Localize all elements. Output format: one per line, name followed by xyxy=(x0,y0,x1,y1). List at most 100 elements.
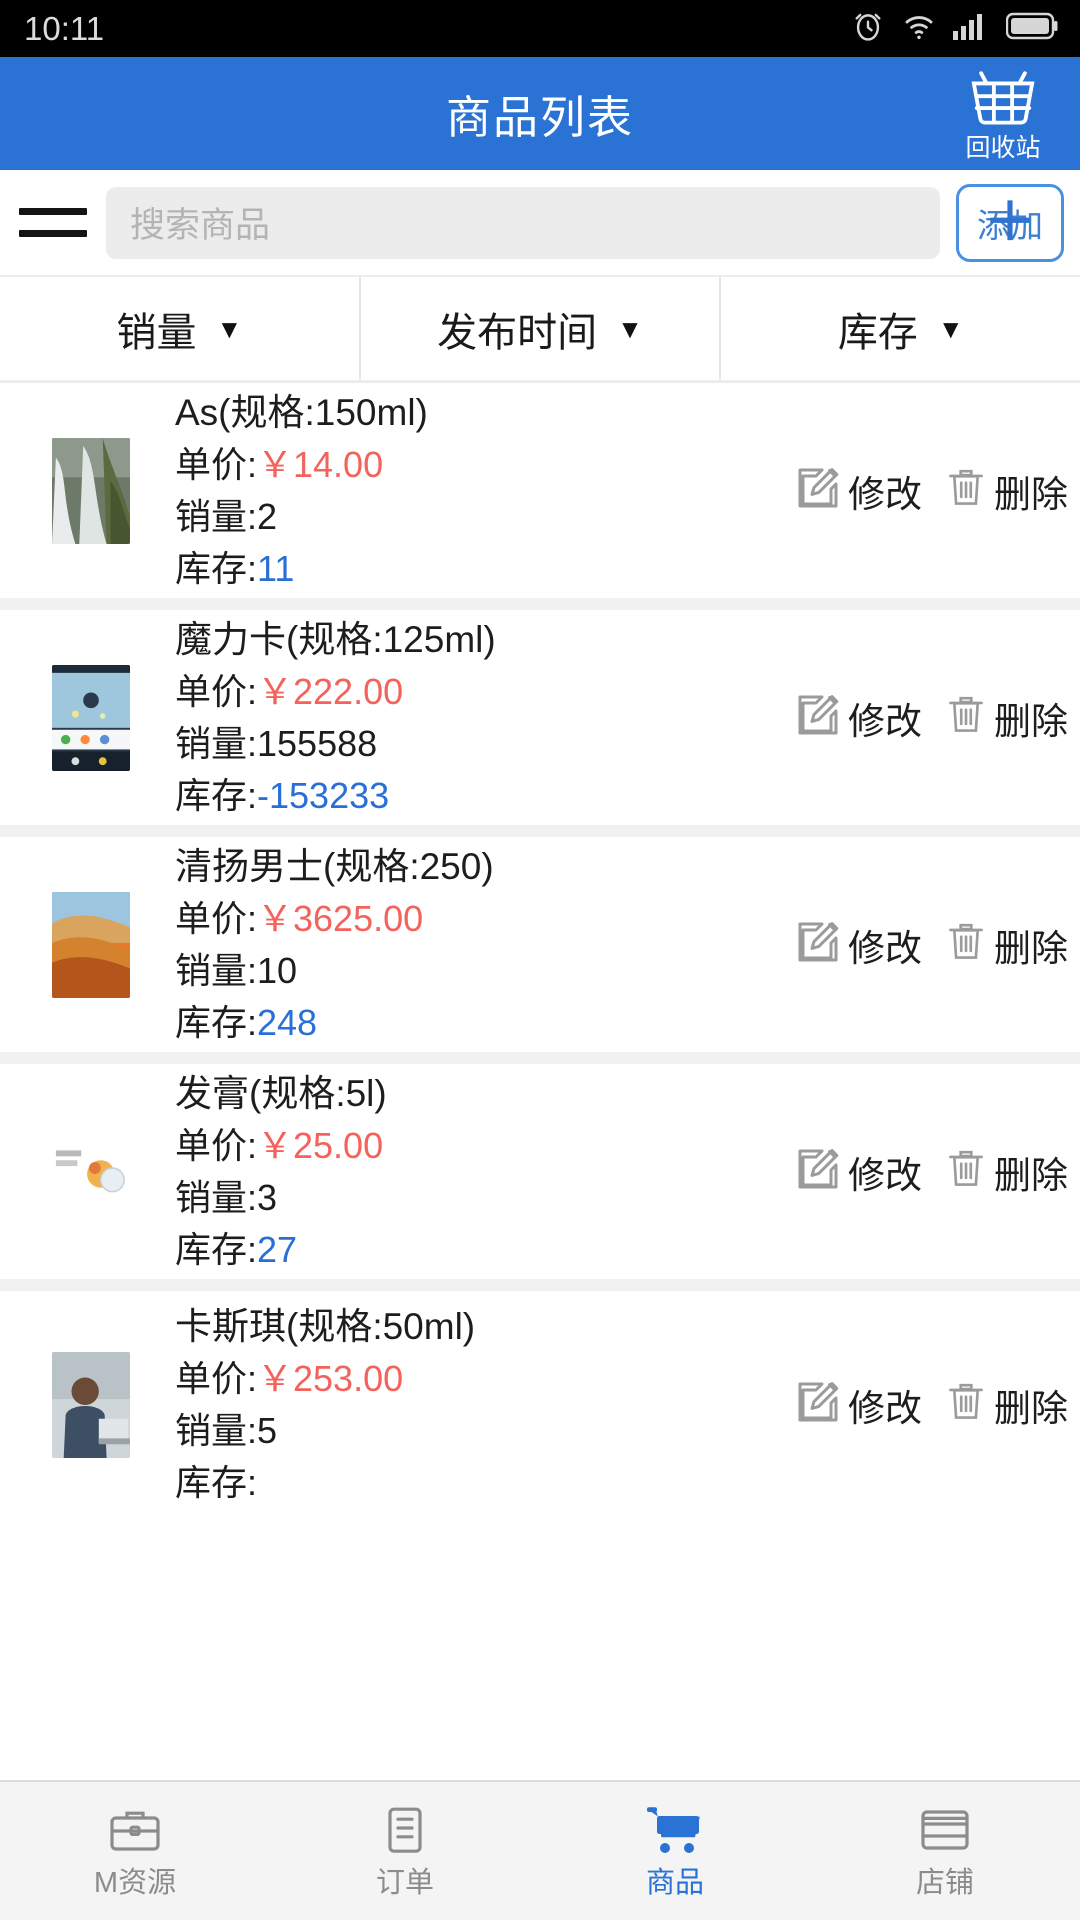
sales-label: 销量: xyxy=(175,1177,258,1219)
stock-label: 库存: xyxy=(175,775,258,817)
product-price-line: 单价:￥25.00 xyxy=(175,1123,794,1169)
product-name: 魔力卡(规格:125ml) xyxy=(175,618,496,660)
delete-label: 删除 xyxy=(994,927,1068,969)
edit-button[interactable]: 修改 xyxy=(794,464,922,518)
product-sales-line: 销量:2 xyxy=(175,494,794,540)
nav-item-label: 店铺 xyxy=(915,1867,974,1899)
table-row[interactable]: 卡斯琪(规格:50ml) 单价:￥253.00 销量:5 库存: 修改 删除 xyxy=(0,1291,1080,1518)
product-thumbnail[interactable] xyxy=(52,664,130,771)
table-row[interactable]: 发膏(规格:5l) 单价:￥25.00 销量:3 库存:27 修改 删除 xyxy=(0,1064,1080,1291)
product-stock: -153233 xyxy=(257,775,390,817)
nav-item-shop[interactable]: 店铺 xyxy=(810,1782,1080,1920)
product-name: As(规格:150ml) xyxy=(175,391,428,433)
edit-label: 修改 xyxy=(848,473,922,515)
delete-button[interactable]: 删除 xyxy=(944,464,1068,518)
sales-label: 销量: xyxy=(175,496,258,538)
edit-button[interactable]: 修改 xyxy=(794,1378,922,1432)
product-price-line: 单价:￥253.00 xyxy=(175,1356,794,1402)
alarm-icon xyxy=(851,9,885,48)
sort-tab-stock[interactable]: 库存 ▼ xyxy=(719,277,1080,380)
nav-item-label: M资源 xyxy=(93,1867,177,1899)
search-input[interactable]: 搜索商品 xyxy=(106,186,940,259)
nav-item-label: 商品 xyxy=(645,1867,704,1899)
edit-label: 修改 xyxy=(848,700,922,742)
clipboard-icon xyxy=(377,1804,433,1861)
delete-button[interactable]: 删除 xyxy=(944,1145,1068,1199)
recycle-basket-icon xyxy=(966,67,1040,134)
chevron-down-icon: ▼ xyxy=(617,313,643,344)
stock-label: 库存: xyxy=(175,1229,258,1271)
hamburger-menu-icon[interactable] xyxy=(14,208,92,237)
edit-label: 修改 xyxy=(848,1387,922,1429)
product-price: ￥14.00 xyxy=(257,444,384,486)
page-title: 商品列表 xyxy=(445,92,634,143)
table-row[interactable]: 清扬男士(规格:250) 单价:￥3625.00 销量:10 库存:248 修改 xyxy=(0,837,1080,1064)
stock-label: 库存: xyxy=(175,548,258,590)
stock-label: 库存: xyxy=(175,1002,258,1044)
product-sales-line: 销量:3 xyxy=(175,1175,794,1221)
sales-label: 销量: xyxy=(175,723,258,765)
delete-label: 删除 xyxy=(994,1154,1068,1196)
nav-item-products[interactable]: 商品 xyxy=(540,1782,810,1920)
product-price: ￥253.00 xyxy=(257,1358,404,1400)
sales-label: 销量: xyxy=(175,950,258,992)
delete-label: 删除 xyxy=(994,1387,1068,1429)
product-stock-line: 库存:11 xyxy=(175,546,794,592)
sort-tab-label: 发布时间 xyxy=(437,310,598,355)
product-price: ￥3625.00 xyxy=(257,898,424,940)
status-time: 10:11 xyxy=(24,9,105,47)
edit-button[interactable]: 修改 xyxy=(794,918,922,972)
row-actions: 修改 删除 xyxy=(794,918,1070,972)
row-actions: 修改 删除 xyxy=(794,1378,1070,1432)
pencil-square-icon xyxy=(794,1145,842,1198)
table-row[interactable]: 魔力卡(规格:125ml) 单价:￥222.00 销量:155588 库存:-1… xyxy=(0,610,1080,837)
product-sales: 3 xyxy=(257,1177,278,1219)
pencil-square-icon xyxy=(794,691,842,744)
sort-tab-sales[interactable]: 销量 ▼ xyxy=(0,277,359,380)
shopping-cart-icon xyxy=(645,1804,705,1861)
product-thumbnail[interactable] xyxy=(52,891,130,998)
product-sales: 2 xyxy=(257,496,278,538)
product-info: 发膏(规格:5l) 单价:￥25.00 销量:3 库存:27 xyxy=(175,1070,794,1274)
product-thumbnail[interactable] xyxy=(52,1118,130,1225)
app-header: 商品列表 回收站 xyxy=(0,57,1080,170)
delete-button[interactable]: 删除 xyxy=(944,918,1068,972)
nav-item-resources[interactable]: M资源 xyxy=(0,1782,270,1920)
delete-button[interactable]: 删除 xyxy=(944,1378,1068,1432)
price-label: 单价: xyxy=(175,898,258,940)
recycle-bin-button[interactable]: 回收站 xyxy=(944,67,1062,161)
product-sales: 155588 xyxy=(257,723,378,765)
table-row[interactable]: As(规格:150ml) 单价:￥14.00 销量:2 库存:11 修改 删除 xyxy=(0,383,1080,610)
status-icons xyxy=(851,9,1058,48)
row-actions: 修改 删除 xyxy=(794,464,1070,518)
recycle-bin-label: 回收站 xyxy=(965,134,1041,162)
status-bar: 10:11 xyxy=(0,0,1080,57)
pencil-square-icon xyxy=(794,1378,842,1431)
delete-button[interactable]: 删除 xyxy=(944,691,1068,745)
nav-item-label: 订单 xyxy=(375,1867,434,1899)
edit-label: 修改 xyxy=(848,927,922,969)
product-sales: 10 xyxy=(257,950,298,992)
edit-button[interactable]: 修改 xyxy=(794,1145,922,1199)
product-list-screen: 10:11 商品列表 回收站 搜索商品 添加 ＋ 销量 ▼ 发布时间 ▼ 库存 … xyxy=(0,0,1080,1920)
edit-button[interactable]: 修改 xyxy=(794,691,922,745)
briefcase-icon xyxy=(107,1804,163,1861)
product-sales: 5 xyxy=(257,1410,278,1452)
add-product-button[interactable]: 添加 ＋ xyxy=(956,183,1064,262)
product-thumbnail[interactable] xyxy=(52,1351,130,1458)
nav-item-orders[interactable]: 订单 xyxy=(270,1782,540,1920)
sort-tab-publish-time[interactable]: 发布时间 ▼ xyxy=(358,277,720,380)
row-actions: 修改 删除 xyxy=(794,1145,1070,1199)
price-label: 单价: xyxy=(175,671,258,713)
product-price-line: 单价:￥3625.00 xyxy=(175,896,794,942)
product-thumbnail[interactable] xyxy=(52,437,130,544)
product-stock: 248 xyxy=(257,1002,318,1044)
search-bar: 搜索商品 添加 ＋ xyxy=(0,170,1080,275)
product-name: 卡斯琪(规格:50ml) xyxy=(175,1305,476,1347)
sort-tabs: 销量 ▼ 发布时间 ▼ 库存 ▼ xyxy=(0,275,1080,383)
chevron-down-icon: ▼ xyxy=(216,313,243,344)
product-list[interactable]: As(规格:150ml) 单价:￥14.00 销量:2 库存:11 修改 删除 … xyxy=(0,383,1080,1780)
product-price-line: 单价:￥222.00 xyxy=(175,669,794,715)
price-label: 单价: xyxy=(175,1358,258,1400)
product-stock-line: 库存:27 xyxy=(175,1227,794,1273)
